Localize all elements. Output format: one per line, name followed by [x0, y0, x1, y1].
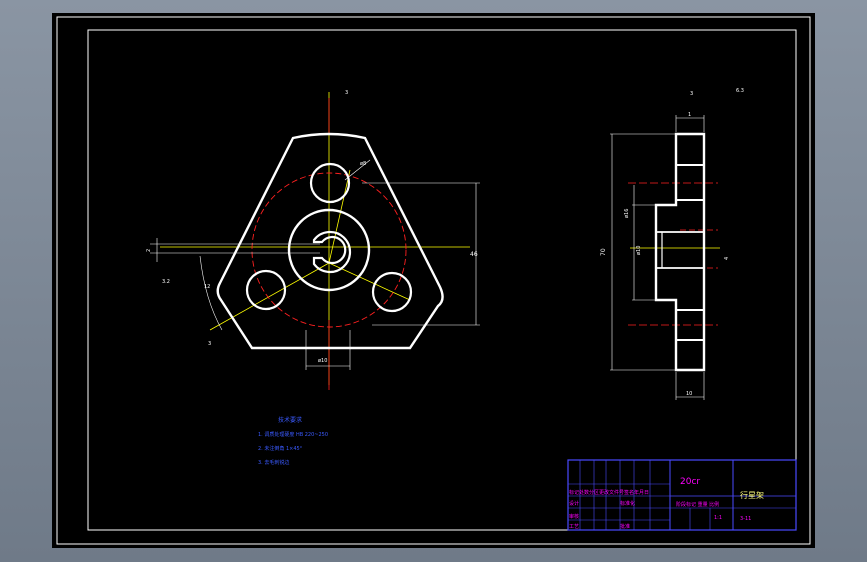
side-keyway-text: 4	[724, 257, 730, 260]
tb-row-design: 设计	[569, 500, 579, 507]
bottom-dim-text: ø10	[318, 358, 327, 364]
roughness-note: 6.3	[736, 88, 744, 94]
tech-line-3: 3. 去毛刺锐边	[258, 459, 289, 466]
tb-row-approve: 批准	[620, 523, 630, 530]
tb-drawing-no: 3-11	[740, 516, 751, 522]
hole-dia-text: ø8	[360, 161, 366, 167]
side-overall-text: 70	[600, 248, 607, 256]
tb-row-header: 标记处数分区更改文件号签名年月日	[569, 489, 649, 496]
dim-height-text: 46	[470, 251, 478, 258]
tech-line-1: 1. 调质处理硬度 HB 220~250	[258, 431, 328, 438]
cad-viewport[interactable]: 46 2 ø10 12 3 ø8 3 3.2 70 ø16 ø10 1 10 4…	[0, 0, 867, 562]
tech-line-2: 2. 未注倒角 1×45°	[258, 445, 303, 452]
tech-title: 技术要求	[278, 416, 302, 424]
tb-part-name: 行星架	[740, 490, 764, 500]
section-label-top: 3	[345, 90, 348, 96]
angle-leader-text: 3	[208, 341, 211, 347]
tb-material: 20cr	[680, 477, 700, 487]
drawing-svg: 46 2 ø10 12 3 ø8 3 3.2 70 ø16 ø10 1 10 4…	[52, 13, 815, 548]
tb-scale: 1:1	[714, 515, 722, 521]
angle-text: 12	[204, 284, 210, 290]
tb-row-process: 工艺	[569, 524, 579, 530]
side-section-label: 3	[690, 91, 693, 97]
tb-row-review: 审核	[569, 513, 579, 520]
side-width-text: 10	[686, 391, 692, 397]
keyway-dim-text: 2	[146, 249, 152, 252]
roughness-left: 3.2	[162, 279, 170, 285]
tb-stage: 阶段标记 重量 比例	[676, 501, 719, 508]
side-bore-text: ø10	[636, 246, 642, 255]
side-top-text: 1	[688, 112, 691, 118]
tb-row-standard: 标准化	[620, 500, 635, 507]
side-hub-text: ø16	[624, 209, 630, 218]
